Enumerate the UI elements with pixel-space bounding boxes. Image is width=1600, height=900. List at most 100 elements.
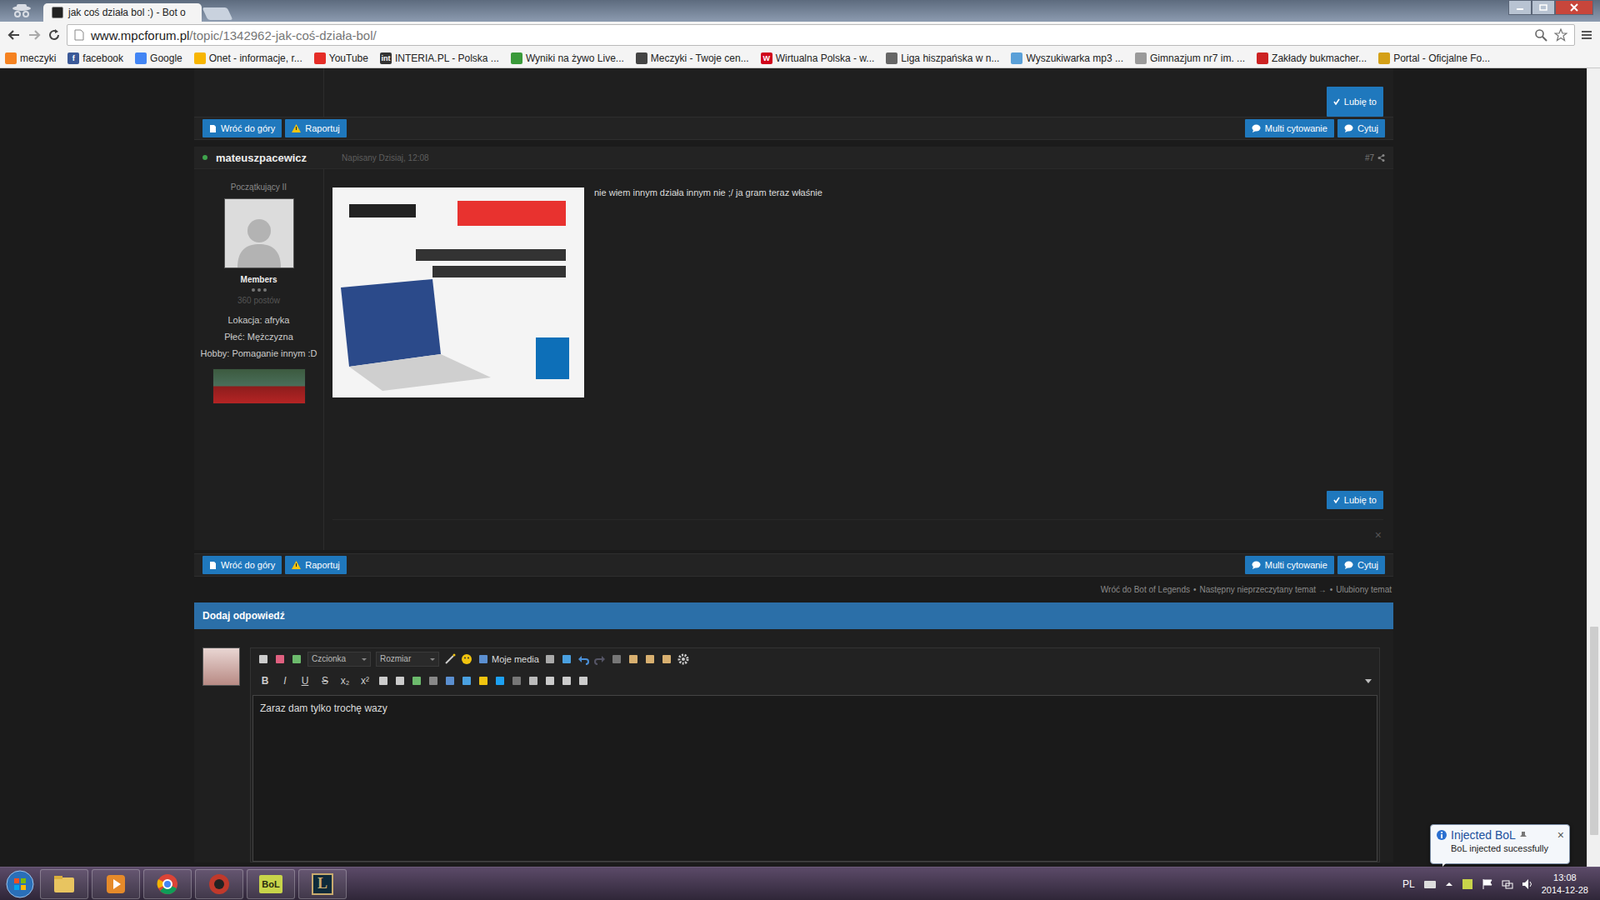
toolbar-icon[interactable] <box>577 675 590 687</box>
toolbar-icon[interactable] <box>510 675 523 687</box>
nav-link[interactable]: Wróć do Bot of Legends <box>1100 585 1190 595</box>
spellcheck-icon[interactable] <box>544 653 556 665</box>
format-button[interactable]: B <box>257 675 273 687</box>
toolbar-icon[interactable] <box>444 675 456 687</box>
undo-icon[interactable] <box>577 653 590 665</box>
clock[interactable]: 13:082014-12-28 <box>1541 871 1589 897</box>
back-to-top-button[interactable]: Wróć do góry <box>202 119 282 138</box>
notification-close[interactable]: × <box>1557 828 1565 842</box>
notification-balloon[interactable]: Injected BoL×BoL injected sucessfully <box>1430 824 1570 865</box>
format-button[interactable]: U <box>297 675 313 687</box>
toolbar-icon[interactable] <box>560 675 573 687</box>
taskbar-app[interactable] <box>91 869 140 900</box>
toolbar-icon[interactable] <box>544 675 556 687</box>
bookmark[interactable]: meczyki <box>5 52 56 65</box>
start-button[interactable] <box>3 869 37 900</box>
toolbar-icon[interactable] <box>527 675 540 687</box>
reload-icon[interactable] <box>46 27 62 43</box>
toolbar-icon[interactable] <box>477 675 490 687</box>
format-button[interactable]: I <box>277 675 293 687</box>
like-button[interactable]: Lubię to <box>1326 86 1384 117</box>
keyboard-icon[interactable] <box>1423 879 1437 890</box>
menu-icon[interactable] <box>1580 28 1594 42</box>
bookmark[interactable]: Onet - informacje, r... <box>194 52 303 65</box>
format-button[interactable]: x₂ <box>337 675 353 687</box>
share-icon[interactable] <box>1377 154 1385 162</box>
format-icon[interactable] <box>560 653 573 665</box>
report-button[interactable]: Raportuj <box>285 119 347 138</box>
bookmark[interactable]: Meczyki - Twoje cen... <box>635 52 750 65</box>
like-button[interactable]: Lubię to <box>1326 490 1384 510</box>
taskbar-app[interactable] <box>40 869 89 900</box>
paste-word-icon[interactable] <box>660 653 673 665</box>
maximize-button[interactable] <box>1531 0 1555 15</box>
format-button[interactable]: S <box>317 675 333 687</box>
source-icon[interactable] <box>257 653 270 665</box>
taskbar-app[interactable]: L <box>298 869 347 900</box>
advertisement[interactable] <box>332 187 585 398</box>
taskbar-app[interactable]: BoL <box>246 869 295 900</box>
back-icon[interactable] <box>6 27 22 43</box>
paste-icon[interactable] <box>627 653 640 665</box>
multi-quote-button[interactable]: Multi cytowanie <box>1245 119 1335 138</box>
quote-button[interactable]: Cytuj <box>1337 555 1385 575</box>
bookmark[interactable]: YouTube <box>314 52 369 65</box>
bookmark[interactable]: intINTERIA.PL - Polska ... <box>380 52 500 65</box>
star-icon[interactable] <box>1554 28 1568 42</box>
author-name[interactable]: mateuszpacewicz <box>215 151 307 165</box>
network-icon[interactable] <box>1501 878 1514 890</box>
quote-button[interactable]: Cytuj <box>1337 119 1385 138</box>
pin-icon[interactable] <box>1519 830 1528 840</box>
bookmark[interactable]: Zakłady bukmacher... <box>1256 52 1367 65</box>
format-button[interactable]: x² <box>357 675 373 687</box>
report-button[interactable]: Raportuj <box>285 555 347 575</box>
bookmark[interactable]: Wyniki na żywo Live... <box>510 52 625 65</box>
forward-icon[interactable] <box>26 27 42 43</box>
language-indicator[interactable]: PL <box>1402 878 1415 890</box>
bookmark[interactable]: ffacebook <box>67 52 124 65</box>
toolbar-icon[interactable] <box>460 675 473 687</box>
browser-tab[interactable]: jak coś działa bol :) - Bot o <box>43 3 202 22</box>
user-avatar[interactable] <box>224 198 295 269</box>
bookmark[interactable]: WWirtualna Polska - w... <box>760 52 875 65</box>
arrow-up-icon[interactable] <box>1445 880 1454 889</box>
eraser-icon[interactable] <box>274 653 286 665</box>
toolbar-icon[interactable] <box>377 675 390 687</box>
nav-link[interactable]: Ulubiony temat <box>1335 585 1392 595</box>
toolbar-icon[interactable] <box>410 675 423 687</box>
smiley-icon[interactable] <box>460 653 473 665</box>
scrollbar[interactable] <box>1586 68 1600 867</box>
toolbar-icon[interactable] <box>427 675 440 687</box>
new-tab-button[interactable] <box>202 7 234 20</box>
size-select[interactable]: Rozmiar <box>375 651 440 667</box>
reply-textarea[interactable]: Zaraz dam tylko trochę wazy <box>252 695 1378 862</box>
my-media-button[interactable]: Moje media <box>477 653 540 665</box>
gear-icon[interactable] <box>677 653 690 665</box>
bol-tray-icon[interactable] <box>1461 878 1474 890</box>
font-select[interactable]: Czcionka <box>307 651 371 667</box>
toolbar-icon[interactable] <box>494 675 506 687</box>
template-icon[interactable] <box>290 653 303 665</box>
back-to-top-button[interactable]: Wróć do góry <box>202 555 282 575</box>
paste-text-icon[interactable] <box>644 653 656 665</box>
multi-quote-button[interactable]: Multi cytowanie <box>1245 555 1335 575</box>
bookmark[interactable]: Portal - Oficjalne Fo... <box>1378 52 1490 65</box>
close-button[interactable] <box>1555 0 1594 15</box>
taskbar-app[interactable] <box>143 869 192 900</box>
volume-icon[interactable] <box>1521 878 1534 890</box>
flag-icon[interactable] <box>1481 878 1494 890</box>
expand-icon[interactable] <box>1364 677 1373 685</box>
media-icon[interactable] <box>477 653 490 665</box>
nav-link[interactable]: Następny nieprzeczytany temat → <box>1199 585 1326 595</box>
bookmark[interactable]: Wyszukiwarka mp3 ... <box>1010 52 1124 65</box>
bookmark[interactable]: Gimnazjum nr7 im. ... <box>1135 52 1245 65</box>
address-bar[interactable]: www.mpcforum.pl/topic/1342962-jak-coś-dz… <box>66 24 1575 46</box>
post-number-label[interactable]: #7 <box>1365 153 1375 163</box>
scroll-thumb[interactable] <box>1590 626 1599 835</box>
taskbar-app[interactable] <box>195 869 244 900</box>
bookmark[interactable]: Google <box>135 52 183 65</box>
minimize-button[interactable] <box>1508 0 1532 15</box>
close-button[interactable]: × <box>1375 528 1382 542</box>
copy-icon[interactable] <box>610 653 623 665</box>
toolbar-icon[interactable] <box>394 675 406 687</box>
